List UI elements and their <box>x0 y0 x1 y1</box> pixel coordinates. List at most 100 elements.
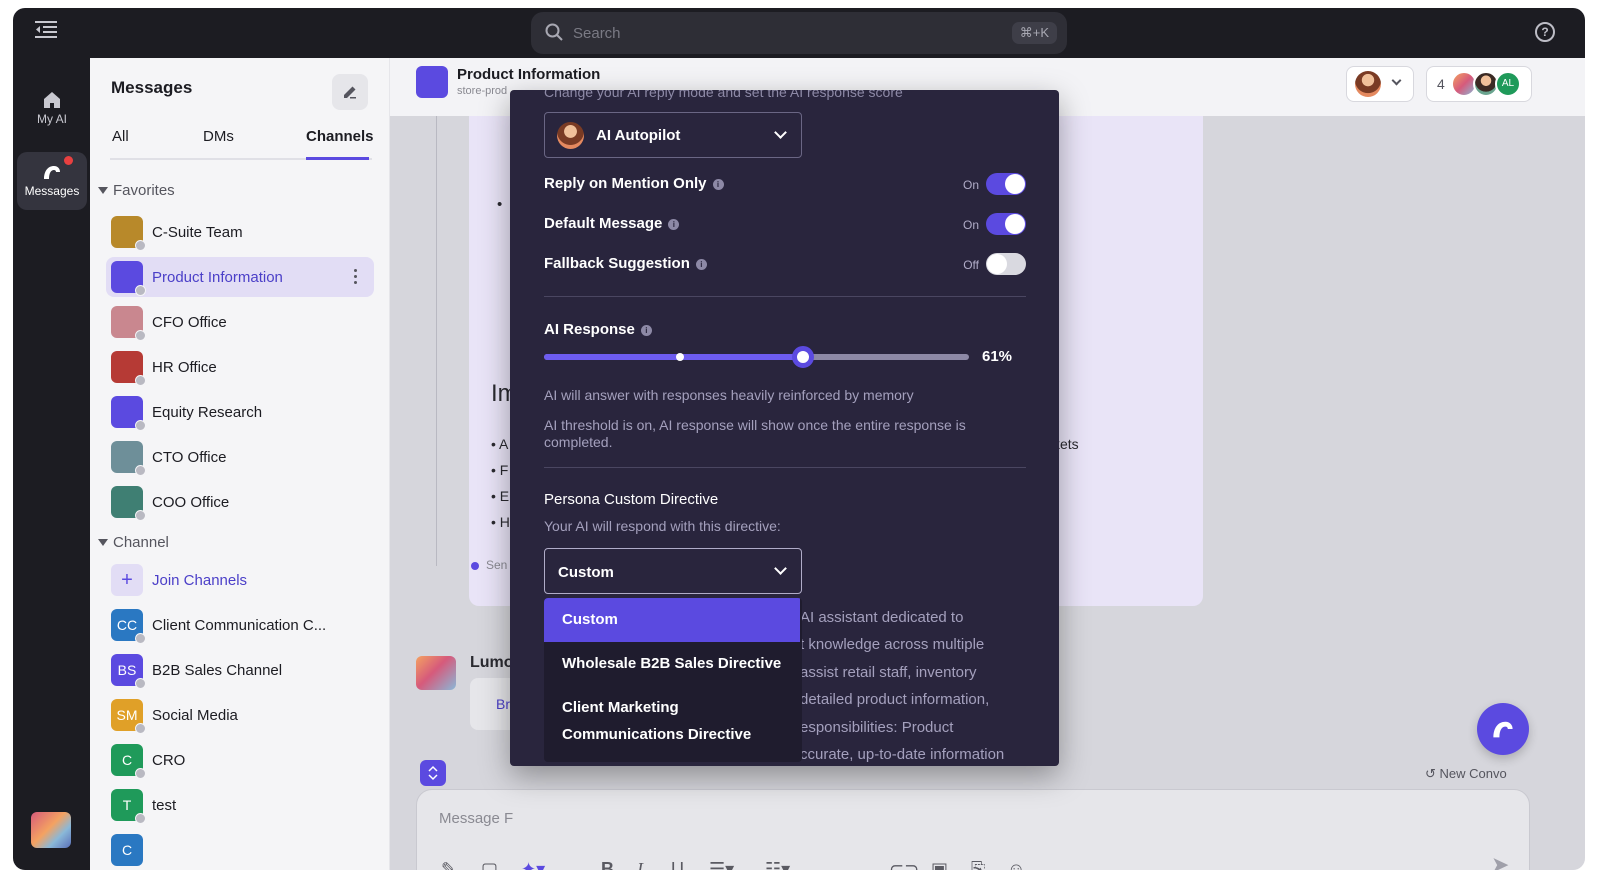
tab-all[interactable]: All <box>112 128 129 145</box>
directive-preview-text: ccurate, up-to-date information <box>800 746 1005 763</box>
channel-item-cfo-office[interactable]: CFO Office <box>106 302 374 342</box>
directive-option-wholesale-b2b[interactable]: Wholesale B2B Sales Directive <box>544 650 800 677</box>
persona-selector[interactable] <box>1346 66 1414 102</box>
directive-preview-text: AI assistant dedicated to <box>800 609 964 626</box>
directive-option-custom[interactable]: Custom <box>544 598 800 642</box>
top-bar: Search ⌘+K ? <box>13 8 1585 58</box>
directive-dropdown-list: Custom Wholesale B2B Sales Directive Cli… <box>544 598 802 762</box>
chat-icon[interactable]: ▢ <box>481 858 498 871</box>
ai-response-slider[interactable] <box>544 346 969 368</box>
message-composer[interactable]: Message F ✎ ▢ ✦▾ B I U ☰▾ ☷▾ ⎯ ⊂⊃ ▣ ⎘ ☺ … <box>416 789 1530 870</box>
lumo-avatar <box>416 656 456 690</box>
directive-option-client-marketing[interactable]: Client Marketing Communications Directiv… <box>544 694 774 748</box>
join-channels-button[interactable]: + Join Channels <box>106 560 374 600</box>
channel-name: C-Suite Team <box>152 223 243 241</box>
channel-item-equity-research[interactable]: Equity Research <box>106 392 374 432</box>
toggle-state: On <box>962 178 979 192</box>
search-input[interactable]: Search <box>573 25 621 42</box>
channel-item-client-communication[interactable]: CC Client Communication C... <box>106 605 374 645</box>
rail-item-messages[interactable]: Messages <box>17 152 87 210</box>
pen-icon[interactable]: ✎ <box>441 858 456 871</box>
new-convo-button[interactable]: ↺ New Convo <box>1425 766 1507 782</box>
underline-icon[interactable]: U <box>671 858 684 871</box>
more-options-icon[interactable] <box>354 269 358 287</box>
channel-avatar <box>111 306 146 341</box>
channel-avatar <box>111 351 146 386</box>
info-icon[interactable]: i <box>668 219 680 230</box>
sparkle-icon[interactable]: ✦▾ <box>521 858 545 871</box>
fallback-suggestion-toggle[interactable] <box>986 253 1026 275</box>
channel-item-cto-office[interactable]: CTO Office <box>106 437 374 477</box>
channel-item-cro[interactable]: C CRO <box>106 740 374 780</box>
ai-response-value: 61% <box>982 348 1013 365</box>
compose-button[interactable] <box>332 74 368 110</box>
emoji-icon[interactable]: ☺ <box>1007 858 1025 871</box>
channel-item-product-information[interactable]: Product Information <box>106 257 374 297</box>
link-icon[interactable]: ⊂⊃ <box>889 858 919 871</box>
image-icon[interactable]: ▣ <box>931 858 948 871</box>
channel-item-coo-office[interactable]: COO Office <box>106 482 374 522</box>
directive-select[interactable]: Custom <box>544 548 802 594</box>
status-dot <box>471 562 479 570</box>
channel-item-c-suite-team[interactable]: C-Suite Team <box>106 212 374 252</box>
global-search[interactable]: Search ⌘+K <box>531 12 1067 54</box>
toggle-label: Reply on Mention Only <box>544 175 707 192</box>
rail-item-label: My AI <box>36 112 67 126</box>
channel-item-b2b-sales[interactable]: BS B2B Sales Channel <box>106 650 374 690</box>
channel-name: CRO <box>152 751 186 769</box>
members-button[interactable]: 4 AL <box>1426 66 1532 102</box>
reply-on-mention-toggle[interactable] <box>986 173 1026 195</box>
channel-avatar <box>111 261 146 296</box>
plus-icon: + <box>111 564 143 596</box>
directive-preview-text: t knowledge across multiple <box>800 636 985 653</box>
channel-item-test[interactable]: T test <box>106 785 374 825</box>
directive-sublabel: Your AI will respond with this directive… <box>544 518 781 534</box>
channel-name: CFO Office <box>152 313 227 331</box>
default-message-toggle[interactable] <box>986 213 1026 235</box>
caret-down-icon <box>98 187 108 194</box>
divider <box>544 296 1026 297</box>
channel-name: B2B Sales Channel <box>152 661 283 679</box>
toggle-row-fallback-suggestion: Fallback Suggestion i Off <box>544 253 1026 277</box>
message-input[interactable]: Message F <box>439 810 513 827</box>
channel-item-partial[interactable]: C <box>106 830 374 870</box>
bold-icon[interactable]: B <box>601 858 614 871</box>
attach-icon[interactable]: ⎘ <box>971 858 985 871</box>
ai-mode-select[interactable]: AI Autopilot <box>544 112 802 158</box>
app-rail: My AI Messages <box>13 58 90 870</box>
favorites-section-header[interactable]: Favorites <box>98 182 175 199</box>
channel-item-social-media[interactable]: SM Social Media <box>106 695 374 735</box>
help-icon[interactable]: ? <box>1535 22 1555 42</box>
info-icon[interactable]: i <box>712 179 724 190</box>
info-icon[interactable]: i <box>695 259 707 270</box>
ai-assistant-button[interactable] <box>1477 703 1529 755</box>
italic-icon[interactable]: I <box>637 858 643 871</box>
send-icon[interactable]: ➤ <box>1491 852 1509 870</box>
channel-avatar <box>111 486 146 521</box>
slider-thumb[interactable] <box>792 346 815 368</box>
chevron-down-icon <box>774 562 787 575</box>
channel-name: Social Media <box>152 706 238 724</box>
member-count: 4 <box>1437 76 1445 92</box>
rail-item-my-ai[interactable]: My AI <box>17 80 87 136</box>
toggle-label: Default Message <box>544 215 663 232</box>
bullet-list-icon[interactable]: ☰▾ <box>709 858 734 871</box>
tab-channels[interactable]: Channels <box>306 128 374 145</box>
numbered-list-icon[interactable]: ☷▾ <box>765 858 790 871</box>
user-avatar[interactable] <box>31 812 71 848</box>
info-icon[interactable]: i <box>640 325 652 336</box>
divider-icon[interactable]: ⎯ <box>849 858 858 871</box>
directive-preview-text: assist retail staff, inventory <box>800 664 977 681</box>
card-text: • <box>497 196 503 213</box>
sidebar-toggle-button[interactable] <box>35 20 61 44</box>
card-text: • A <box>491 436 509 452</box>
collapse-button[interactable] <box>420 760 446 786</box>
channel-avatar: C <box>111 744 146 779</box>
tab-dms[interactable]: DMs <box>203 128 234 145</box>
lumo-button[interactable]: Br <box>496 696 510 712</box>
channel-avatar <box>111 396 146 431</box>
new-convo-label: New Convo <box>1439 766 1507 781</box>
card-text: • H <box>491 514 510 530</box>
channel-item-hr-office[interactable]: HR Office <box>106 347 374 387</box>
channel-section-header[interactable]: Channel <box>98 534 169 551</box>
